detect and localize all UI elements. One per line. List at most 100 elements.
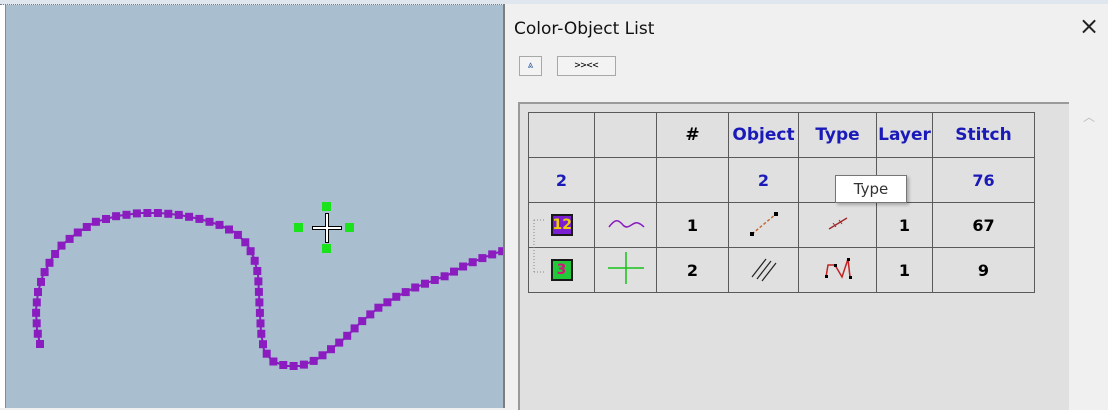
stitch-point: [255, 298, 264, 307]
summary-count-cell: 2: [528, 157, 595, 203]
stitch-point: [327, 345, 335, 354]
satin-fill-icon: [751, 258, 776, 282]
stitch-point: [32, 308, 41, 317]
green-cross-icon: [607, 252, 644, 284]
header-cell-preview[interactable]: [594, 112, 657, 158]
stitch-point: [401, 288, 410, 297]
stitch-point: [174, 210, 183, 219]
resize-handle-bottom[interactable]: [322, 244, 331, 253]
stitch-point: [478, 254, 487, 263]
row-number: 1: [656, 202, 729, 248]
stitch-point: [309, 356, 318, 365]
stitch-point: [185, 212, 194, 221]
stitch-point: [45, 258, 54, 267]
stitch-point: [122, 210, 131, 219]
stitch-point: [279, 361, 288, 369]
stitch-point: [32, 298, 41, 307]
stitch-point: [37, 277, 45, 286]
stitch-point: [164, 209, 173, 218]
layer-cell: 1: [876, 202, 933, 248]
header-cell-stitch[interactable]: Stitch: [932, 112, 1035, 158]
stitch-point: [392, 292, 401, 301]
header-cell-layer[interactable]: Layer: [876, 112, 933, 158]
stitch-point: [269, 357, 278, 366]
preview-cell: [594, 247, 657, 293]
collapse-button[interactable]: ⩓: [519, 56, 542, 76]
double-chevron-up-icon: ⩓: [527, 60, 534, 71]
object-icon-cell[interactable]: [728, 202, 799, 248]
diagonal-stitch-icon: [828, 217, 847, 230]
stitch-point: [233, 230, 242, 239]
stitch-point: [430, 276, 439, 284]
stitch-point: [153, 209, 162, 217]
summary-empty-cell: [656, 157, 729, 203]
object-icon-cell[interactable]: [728, 247, 799, 293]
preview-cell: [594, 202, 657, 248]
stitch-point: [421, 279, 429, 288]
table-row[interactable]: 12 1 1 67: [528, 202, 1035, 248]
resize-handle-top[interactable]: [322, 202, 331, 211]
design-canvas[interactable]: [0, 0, 503, 408]
header-cell-type[interactable]: Type: [798, 112, 877, 158]
scroll-up-icon[interactable]: ︿: [1083, 108, 1095, 125]
stitch-point: [366, 310, 375, 319]
stitch-point: [36, 340, 44, 348]
resize-handle-left[interactable]: [294, 223, 303, 232]
stitch-point: [205, 217, 214, 226]
stitch-point: [32, 319, 41, 328]
vertical-scrollbar[interactable]: ︿: [1069, 102, 1108, 408]
stitch-point: [250, 256, 259, 265]
stitch-point: [350, 324, 359, 333]
stitch-point: [450, 267, 458, 276]
close-icon[interactable]: ×: [1076, 13, 1102, 39]
expand-collapse-button[interactable]: >><<: [557, 56, 616, 76]
stitch-point: [225, 225, 233, 234]
stitch-point: [143, 209, 152, 217]
resize-handle-right[interactable]: [345, 223, 354, 232]
stitch-point: [102, 215, 110, 223]
tree-connector-lines: [533, 219, 546, 273]
stitch-point: [257, 329, 266, 338]
stitch-point: [51, 250, 60, 258]
type-icon-cell[interactable]: [798, 247, 877, 293]
color-object-list-panel: Color-Object List × ⩓ >><< # Object Type…: [503, 4, 1108, 410]
stitch-point: [57, 241, 66, 250]
table-row[interactable]: 3 2 1 9: [528, 247, 1035, 293]
stitch-point: [253, 267, 262, 275]
type-tooltip: Type: [835, 175, 907, 203]
stitch-point: [40, 268, 49, 277]
summary-objects-cell: 2: [728, 157, 799, 203]
stitch-point: [73, 228, 82, 237]
stitch-point: [254, 287, 263, 296]
stitch-point: [358, 317, 367, 326]
stitch-point: [468, 258, 477, 267]
stitch-point: [82, 223, 91, 231]
n-shape-path-icon: [824, 258, 852, 279]
stitch-point: [246, 247, 255, 256]
summary-row[interactable]: 2 2 76: [528, 157, 1035, 203]
stitch-point: [343, 331, 352, 340]
header-cell-color[interactable]: [528, 112, 595, 158]
stitch-point: [241, 238, 250, 247]
stitch-point: [318, 351, 327, 360]
panel-title: Color-Object List: [514, 19, 655, 39]
type-icon-cell[interactable]: [798, 202, 877, 248]
stitch-point: [411, 283, 420, 292]
stitch-point: [215, 220, 224, 229]
stitch-count-cell: 9: [932, 247, 1035, 293]
summary-stitch-cell: 76: [932, 157, 1035, 203]
color-object-table: # Object Type Layer Stitch 2 2 76 12 1 1…: [528, 112, 1035, 293]
stitch-point: [383, 298, 392, 307]
layer-cell: 1: [876, 247, 933, 293]
stitch-count-cell: 67: [932, 202, 1035, 248]
stitch-point: [34, 288, 42, 296]
move-cursor-icon[interactable]: [290, 199, 370, 279]
header-cell-number[interactable]: #: [656, 112, 729, 158]
object-list-area: # Object Type Layer Stitch 2 2 76 12 1 1…: [518, 102, 1069, 410]
purple-wave-icon: [607, 220, 645, 228]
stitch-point: [335, 338, 344, 347]
stitch-point: [459, 262, 468, 271]
stitch-path[interactable]: [34, 212, 503, 367]
stitch-point: [488, 250, 497, 259]
header-cell-object[interactable]: Object: [728, 112, 799, 158]
